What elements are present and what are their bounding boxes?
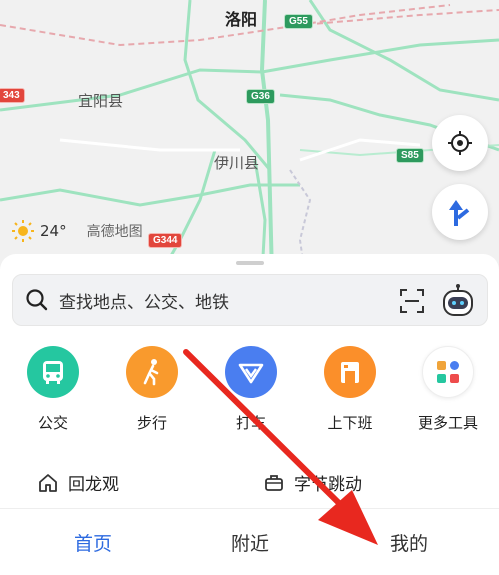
locate-icon — [448, 131, 472, 155]
recent-place-home[interactable]: 回龙观 — [38, 470, 119, 495]
sheet-drag-handle[interactable] — [236, 261, 264, 265]
tab-nearby[interactable]: 附近 — [231, 529, 269, 556]
recent-place-work[interactable]: 字节跳动 — [264, 470, 362, 495]
search-icon — [26, 289, 48, 311]
road-shield-g55: G55 — [284, 14, 313, 29]
quick-action-more-tools[interactable]: 更多工具 — [403, 346, 493, 433]
search-bar[interactable]: 查找地点、公交、地铁 — [12, 274, 488, 326]
map-view[interactable]: 洛阳 宜阳县 伊川县 G55 G36 S85 G344 343 24° 高德地图 — [0, 0, 499, 275]
quick-action-label: 公交 — [37, 414, 68, 432]
taxi-icon — [225, 346, 277, 398]
quick-action-label: 打车 — [235, 414, 266, 432]
home-icon — [39, 473, 57, 492]
locate-button[interactable] — [432, 115, 488, 171]
assistant-bot-icon[interactable] — [441, 283, 475, 319]
quick-action-commute[interactable]: 上下班 — [305, 346, 395, 433]
map-label-yiyang: 宜阳县 — [78, 92, 124, 110]
recent-place-label: 回龙观 — [68, 475, 119, 495]
bus-icon — [27, 346, 79, 398]
map-label-yichuan: 伊川县 — [214, 154, 260, 172]
scan-icon[interactable] — [399, 288, 425, 314]
bottom-tab-bar: 首页 附近 我的 — [0, 508, 499, 575]
quick-action-label: 上下班 — [327, 414, 373, 432]
commute-icon — [324, 346, 376, 398]
map-label-luoyang: 洛阳 — [225, 10, 258, 29]
route-arrow-icon — [449, 200, 470, 226]
route-button[interactable] — [432, 184, 488, 240]
weather-widget[interactable]: 24° 高德地图 — [12, 220, 143, 242]
road-shield-g344: G344 — [148, 233, 183, 248]
quick-action-bus[interactable]: 公交 — [8, 346, 98, 433]
recent-place-label: 字节跳动 — [294, 475, 362, 495]
walk-icon — [126, 346, 178, 398]
quick-action-label: 步行 — [136, 414, 167, 432]
quick-action-taxi[interactable]: 打车 — [206, 346, 296, 433]
map-brand-label: 高德地图 — [86, 224, 143, 240]
road-shield-343: 343 — [0, 88, 25, 103]
search-input[interactable]: 查找地点、公交、地铁 — [59, 288, 229, 313]
tab-home[interactable]: 首页 — [74, 529, 112, 556]
road-shield-s85: S85 — [396, 148, 424, 163]
weather-temperature: 24° — [40, 222, 67, 240]
quick-action-walk[interactable]: 步行 — [107, 346, 197, 433]
quick-action-label: 更多工具 — [417, 414, 478, 432]
road-shield-g36: G36 — [246, 89, 275, 104]
briefcase-icon — [265, 474, 283, 491]
more-tools-icon — [422, 346, 474, 398]
tab-mine[interactable]: 我的 — [390, 529, 428, 556]
sun-icon — [12, 220, 34, 242]
